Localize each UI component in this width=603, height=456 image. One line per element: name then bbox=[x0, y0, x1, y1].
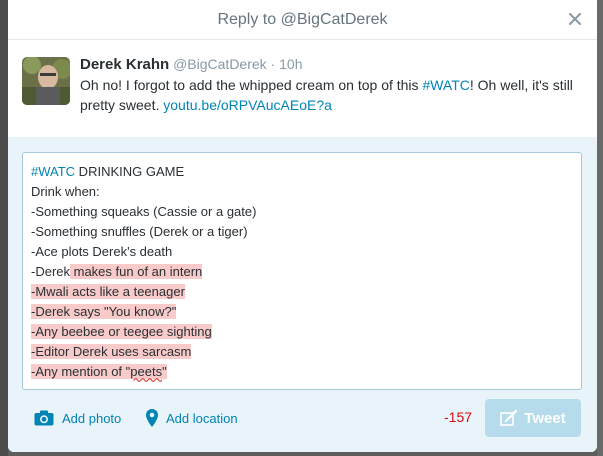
close-icon bbox=[569, 13, 581, 25]
backdrop bbox=[0, 0, 8, 456]
composer-line: -Any beebee or teegee sighting bbox=[31, 322, 573, 342]
compose-area: #WATC DRINKING GAME Drink when: -Somethi… bbox=[8, 137, 597, 452]
avatar[interactable] bbox=[22, 57, 70, 105]
location-pin-icon bbox=[146, 409, 158, 427]
tweet-text: Oh no! I forgot to add the whipped cream… bbox=[80, 76, 579, 115]
add-photo-button[interactable]: Add photo bbox=[34, 407, 121, 429]
tweet-text-part: Oh no! I forgot to add the whipped cream… bbox=[80, 77, 423, 93]
composer-text: DRINKING GAME bbox=[75, 164, 185, 179]
tweet-body: Derek Krahn @BigCatDerek · 10h Oh no! I … bbox=[80, 55, 579, 115]
add-location-button[interactable]: Add location bbox=[146, 407, 238, 429]
over-limit-text: -Derek says "You know?" bbox=[31, 304, 177, 319]
compose-quill-icon bbox=[500, 410, 518, 426]
original-tweet: Derek Krahn @BigCatDerek · 10h Oh no! I … bbox=[8, 40, 597, 136]
over-limit-text: -Mwali acts like a teenager bbox=[31, 284, 185, 299]
misspelled-word[interactable]: peets bbox=[130, 364, 163, 379]
tweet-timestamp[interactable]: 10h bbox=[279, 56, 302, 72]
composer-line: -Ace plots Derek's death bbox=[31, 242, 573, 262]
tweet-hashtag-link[interactable]: #WATC bbox=[422, 77, 469, 93]
tweet-button[interactable]: Tweet bbox=[485, 399, 581, 437]
composer-text: -Something snuffles (Derek or a tiger) bbox=[31, 224, 248, 239]
camera-icon bbox=[34, 410, 54, 426]
composer-line: Drink when: bbox=[31, 182, 573, 202]
composer-text: -Something squeaks (Cassie or a gate) bbox=[31, 204, 257, 219]
compose-toolbar: Add photo Add location -157 Tweet bbox=[8, 397, 597, 441]
composer-line: -Something squeaks (Cassie or a gate) bbox=[31, 202, 573, 222]
reply-modal: Reply to @BigCatDerek Derek Krahn @BigCa… bbox=[8, 0, 597, 452]
over-limit-text: -Any beebee or teegee sighting bbox=[31, 324, 212, 339]
tweet-button-label: Tweet bbox=[524, 409, 566, 427]
over-limit-text: -Editor Derek uses sarcasm bbox=[31, 344, 192, 359]
reply-textarea[interactable]: #WATC DRINKING GAME Drink when: -Somethi… bbox=[22, 152, 582, 390]
backdrop-right bbox=[597, 0, 603, 456]
author-name[interactable]: Derek Krahn bbox=[80, 56, 169, 73]
composer-line: -Something snuffles (Derek or a tiger) bbox=[31, 222, 573, 242]
composer-line: -Derek says "You know?" bbox=[31, 302, 573, 322]
add-photo-label: Add photo bbox=[62, 410, 122, 426]
composer-text: Drink when: bbox=[31, 184, 100, 199]
tweet-meta: Derek Krahn @BigCatDerek · 10h bbox=[80, 55, 579, 74]
tweet-url-link[interactable]: youtu.be/oRPVAucAEoE?a bbox=[163, 97, 332, 113]
composer-line: #WATC DRINKING GAME bbox=[31, 162, 573, 182]
over-limit-text: " bbox=[162, 364, 167, 379]
composer-line: -Derek makes fun of an intern bbox=[31, 262, 573, 282]
composer-hashtag: #WATC bbox=[31, 164, 76, 179]
composer-text: -Derek bbox=[31, 264, 71, 279]
close-button[interactable] bbox=[565, 9, 585, 29]
add-location-label: Add location bbox=[166, 410, 238, 426]
modal-title: Reply to @BigCatDerek bbox=[217, 10, 388, 28]
character-counter: -157 bbox=[444, 409, 473, 425]
meta-separator: · bbox=[266, 56, 280, 72]
modal-header: Reply to @BigCatDerek bbox=[8, 0, 597, 40]
composer-line: -Any mention of "peets" bbox=[31, 362, 573, 382]
composer-text: -Ace plots Derek's death bbox=[31, 244, 173, 259]
over-limit-text: -Any mention of " bbox=[31, 364, 131, 379]
author-username[interactable]: @BigCatDerek bbox=[173, 56, 267, 72]
composer-line: -Editor Derek uses sarcasm bbox=[31, 342, 573, 362]
composer-line: -Mwali acts like a teenager bbox=[31, 282, 573, 302]
over-limit-text: makes fun of an intern bbox=[70, 264, 203, 279]
